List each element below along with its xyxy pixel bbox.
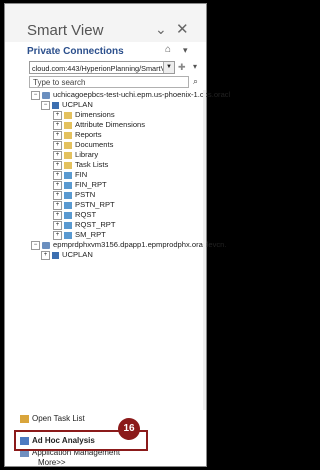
expand-icon[interactable]: + bbox=[53, 150, 62, 160]
server-icon bbox=[42, 241, 50, 249]
tree-item[interactable]: + Reports bbox=[53, 130, 102, 140]
tree-item[interactable]: + RQST bbox=[53, 210, 96, 220]
cube-icon bbox=[64, 211, 72, 219]
expand-icon[interactable]: + bbox=[53, 180, 62, 190]
tree-server-label: epmprdphxvm3156.dpapp1.epmprodphx.oracle… bbox=[53, 240, 227, 249]
search-input[interactable]: Type to search bbox=[29, 76, 189, 88]
expand-icon[interactable]: + bbox=[53, 160, 62, 170]
cube-icon bbox=[64, 231, 72, 239]
tree-item-label: PSTN_RPT bbox=[75, 200, 115, 209]
add-icon[interactable]: ✚ bbox=[178, 62, 186, 73]
tree-item-label: RQST bbox=[75, 210, 97, 219]
tree-item-label: Attribute Dimensions bbox=[75, 120, 146, 129]
collapse-icon[interactable]: − bbox=[31, 240, 40, 250]
tree-item[interactable]: + RQST_RPT bbox=[53, 220, 116, 230]
expand-icon[interactable]: + bbox=[53, 210, 62, 220]
cube-icon bbox=[64, 221, 72, 229]
tree-app-2[interactable]: + UCPLAN bbox=[41, 250, 93, 260]
tree-item-label: FIN_RPT bbox=[75, 180, 107, 189]
tree-item[interactable]: + Dimensions bbox=[53, 110, 115, 120]
folder-icon bbox=[64, 161, 72, 169]
tree-item-label: Reports bbox=[75, 130, 102, 139]
section-title: Private Connections bbox=[27, 46, 124, 57]
expand-icon[interactable]: + bbox=[53, 120, 62, 130]
folder-icon bbox=[64, 151, 72, 159]
expand-icon[interactable]: + bbox=[53, 200, 62, 210]
tree-app-1[interactable]: − UCPLAN bbox=[41, 100, 93, 110]
tree-item-label: Documents bbox=[75, 140, 114, 149]
search-icon[interactable]: ⌕ bbox=[193, 76, 198, 87]
dropdown-icon[interactable]: ▾ bbox=[183, 45, 188, 56]
cube-icon bbox=[64, 201, 72, 209]
smart-view-panel: Smart View ⌄ ✕ Private Connections ⌂ ▾ c… bbox=[4, 3, 230, 467]
chevron-down-icon[interactable]: ▼ bbox=[163, 62, 174, 73]
tree-item-label: FIN bbox=[75, 170, 88, 179]
open-task-list-link[interactable]: Open Task List bbox=[20, 414, 85, 423]
tree-item-label: Library bbox=[75, 150, 99, 159]
expand-icon[interactable]: + bbox=[53, 170, 62, 180]
expand-icon[interactable]: + bbox=[41, 250, 50, 260]
tree-item[interactable]: + PSTN bbox=[53, 190, 95, 200]
tree-item[interactable]: + PSTN_RPT bbox=[53, 200, 115, 210]
task-label: Open Task List bbox=[32, 414, 85, 423]
tree-item[interactable]: + Documents bbox=[53, 140, 113, 150]
tree-app-label: UCPLAN bbox=[62, 250, 93, 259]
dropdown-icon[interactable]: ▾ bbox=[193, 62, 197, 71]
step-badge: 16 bbox=[118, 418, 140, 440]
search-placeholder: Type to search bbox=[33, 78, 86, 87]
cube-icon bbox=[64, 171, 72, 179]
tree-item-label: Task Lists bbox=[75, 160, 109, 169]
panel-header: Smart View ⌄ ✕ bbox=[5, 4, 206, 42]
panel-title: Smart View bbox=[27, 22, 104, 39]
tree-item-label: SM_RPT bbox=[75, 230, 106, 239]
collapse-icon[interactable]: − bbox=[31, 90, 40, 100]
url-combobox[interactable]: cloud.com:443/HyperionPlanning/SmartView… bbox=[29, 61, 175, 74]
more-link[interactable]: More>> bbox=[38, 458, 66, 467]
tree-item-label: Dimensions bbox=[75, 110, 115, 119]
cube-icon bbox=[64, 181, 72, 189]
tree-app-label: UCPLAN bbox=[62, 100, 93, 109]
url-text: cloud.com:443/HyperionPlanning/SmartView bbox=[32, 64, 175, 73]
cube-icon bbox=[64, 191, 72, 199]
folder-icon bbox=[64, 111, 72, 119]
tree-item[interactable]: + FIN bbox=[53, 170, 87, 180]
tree-server-1[interactable]: − uchicagoepbcs-test-uchi.epm.us-phoenix-… bbox=[31, 90, 230, 100]
collapse-icon[interactable]: − bbox=[41, 100, 50, 110]
close-icon[interactable]: ✕ bbox=[176, 20, 189, 38]
tree-item[interactable]: + Attribute Dimensions bbox=[53, 120, 145, 130]
expand-icon[interactable]: + bbox=[53, 220, 62, 230]
tree-item[interactable]: + SM_RPT bbox=[53, 230, 106, 240]
expand-icon[interactable]: + bbox=[53, 110, 62, 120]
chevron-down-icon[interactable]: ⌄ bbox=[155, 21, 167, 38]
more-label: More>> bbox=[38, 458, 66, 467]
folder-icon bbox=[64, 131, 72, 139]
server-icon bbox=[42, 91, 50, 99]
expand-icon[interactable]: + bbox=[53, 140, 62, 150]
task-list-icon bbox=[20, 414, 29, 423]
expand-icon[interactable]: + bbox=[53, 230, 62, 240]
tree-item[interactable]: + Task Lists bbox=[53, 160, 108, 170]
tree-item-label: PSTN bbox=[75, 190, 96, 199]
app-icon bbox=[52, 251, 59, 259]
home-icon[interactable]: ⌂ bbox=[165, 44, 171, 55]
tree-item[interactable]: + Library bbox=[53, 150, 98, 160]
expand-icon[interactable]: + bbox=[53, 190, 62, 200]
vertical-scrollbar[interactable] bbox=[203, 90, 206, 410]
folder-icon bbox=[64, 141, 72, 149]
expand-icon[interactable]: + bbox=[53, 130, 62, 140]
tree-server-2[interactable]: − epmprdphxvm3156.dpapp1.epmprodphx.oracl… bbox=[31, 240, 227, 250]
tree-item[interactable]: + FIN_RPT bbox=[53, 180, 107, 190]
tree-item-label: RQST_RPT bbox=[75, 220, 116, 229]
folder-icon bbox=[64, 121, 72, 129]
app-icon bbox=[52, 101, 59, 109]
